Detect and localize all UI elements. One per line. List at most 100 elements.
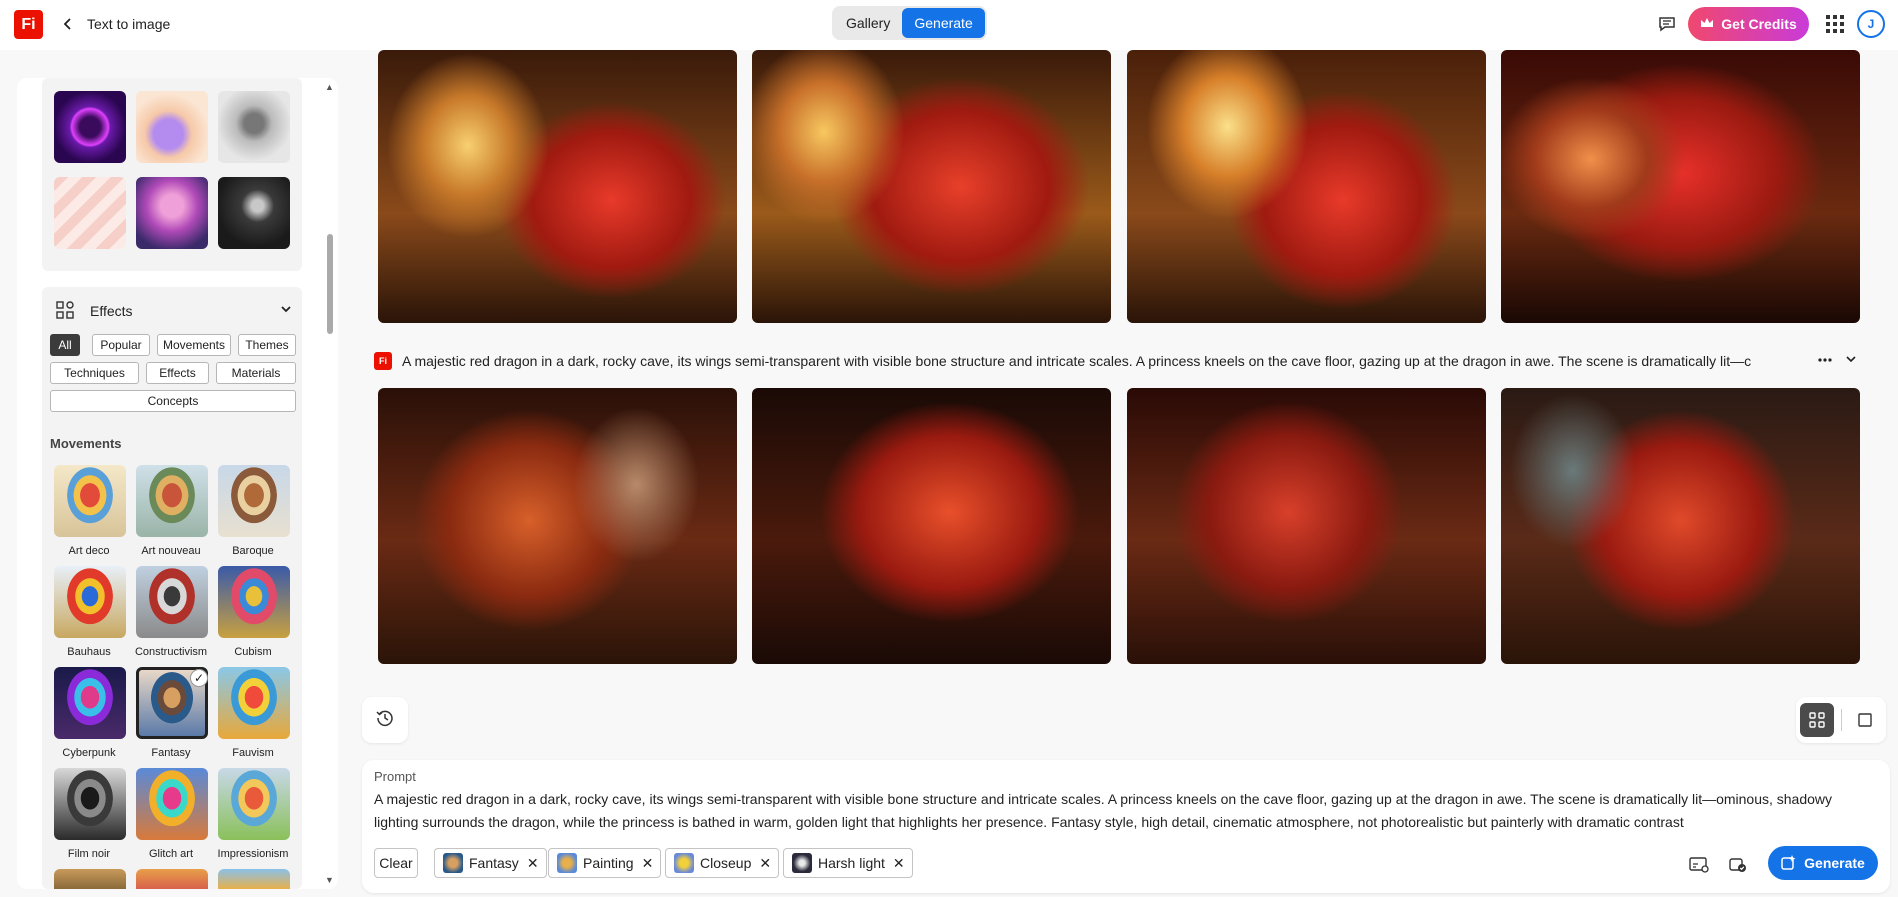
chip-techniques[interactable]: Techniques [50,362,139,384]
style-thumb-art-nouveau[interactable] [136,465,208,537]
feedback-icon[interactable] [1656,13,1678,35]
grid-view-button[interactable] [1800,703,1834,737]
style-thumb-glitch-art[interactable] [136,768,208,840]
image-settings-icon[interactable] [1688,854,1710,876]
style-thumb-cubism[interactable] [218,566,290,638]
chevron-down-icon[interactable] [280,302,292,320]
generated-image[interactable] [1501,388,1860,664]
generation-prompt-row: Fi A majestic red dragon in a dark, rock… [374,352,1860,374]
style-label-film-noir: Film noir [67,848,111,860]
style-thumb-cyberpunk[interactable] [54,667,126,739]
style-label-art-deco: Art deco [68,545,110,557]
style-thumb-photo[interactable] [218,177,290,249]
apps-icon[interactable] [1826,15,1844,38]
effects-icon [56,301,74,324]
generated-image[interactable] [1501,50,1860,323]
tag-chip[interactable]: Fantasy ✕ [434,848,547,878]
chip-concepts[interactable]: Concepts [50,390,296,412]
grid-icon [1809,712,1825,728]
style-label-baroque: Baroque [232,545,274,557]
style-thumb-sketch[interactable] [218,91,290,163]
history-icon [376,709,394,732]
effects-title: Effects [90,303,133,319]
tag-label: Closeup [700,855,752,871]
chip-popular[interactable]: Popular [92,334,150,356]
tag-label: Harsh light [818,855,885,871]
generated-image[interactable] [378,388,737,664]
style-thumb-partial [136,869,208,889]
generate-icon [1781,854,1797,873]
style-thumb-impressionism[interactable] [218,768,290,840]
generated-image[interactable] [752,388,1111,664]
chip-effects[interactable]: Effects [146,362,209,384]
style-thumb-clouds[interactable] [136,177,208,249]
style-label-constructivism: Constructivism [134,646,208,658]
close-icon[interactable]: ✕ [642,855,654,872]
style-thumb-neon[interactable] [54,91,126,163]
movements-label: Movements [50,436,122,451]
tag-chip[interactable]: Closeup ✕ [665,848,780,878]
style-label-art-nouveau: Art nouveau [141,545,201,557]
chip-movements[interactable]: Movements [157,334,231,356]
style-thumb-fauvism[interactable] [218,667,290,739]
style-thumb-pattern[interactable] [54,177,126,249]
view-toggle [1796,697,1886,743]
style-label-cubism: Cubism [234,646,272,658]
get-credits-button[interactable]: Get Credits [1688,7,1809,41]
close-icon[interactable]: ✕ [893,855,905,872]
single-view-button[interactable] [1848,703,1882,737]
tag-chip[interactable]: Harsh light ✕ [783,848,913,878]
style-thumb-partial [54,869,126,889]
generate-label: Generate [1804,855,1865,871]
tag-thumbnail [443,853,463,873]
tab-gallery[interactable]: Gallery [834,8,902,38]
back-arrow-icon[interactable] [58,14,78,34]
top-bar: Fi Text to image Gallery Generate Get Cr… [0,0,1898,50]
chip-all[interactable]: All [50,334,80,356]
chip-materials[interactable]: Materials [216,362,296,384]
style-thumb-baroque[interactable] [218,465,290,537]
page-title: Text to image [87,16,171,32]
style-thumb-constructivism[interactable] [136,566,208,638]
generated-image[interactable] [1127,50,1486,323]
generated-image[interactable] [378,50,737,323]
tag-thumbnail [792,853,812,873]
panel-scrollbar[interactable]: ▲ ▼ [324,78,336,889]
crown-icon [1700,16,1714,32]
tag-chip[interactable]: Painting ✕ [548,848,662,878]
style-label-bauhaus: Bauhaus [67,646,111,658]
clear-button[interactable]: Clear [374,848,418,878]
style-thumb-film-noir[interactable] [54,768,126,840]
scroll-up-icon[interactable]: ▲ [325,82,334,92]
tab-generate[interactable]: Generate [902,8,985,38]
prompt-input[interactable]: A majestic red dragon in a dark, rocky c… [374,788,1864,834]
style-thumb-art-deco[interactable] [54,465,126,537]
chip-themes[interactable]: Themes [238,334,296,356]
firefly-mini-logo: Fi [374,352,392,370]
get-credits-label: Get Credits [1721,16,1797,32]
prompt-label: Prompt [374,769,416,784]
user-avatar[interactable]: J [1857,10,1885,38]
scroll-down-icon[interactable]: ▼ [325,875,334,885]
content-credentials-icon[interactable] [1727,854,1749,876]
style-thumb-bauhaus[interactable] [54,566,126,638]
firefly-logo[interactable]: Fi [14,10,43,39]
style-label-glitch-art: Glitch art [148,848,193,860]
close-icon[interactable]: ✕ [527,855,539,872]
prompt-box: Prompt A majestic red dragon in a dark, … [362,760,1890,893]
generate-button[interactable]: Generate [1768,846,1878,880]
logo-text: Fi [21,15,36,33]
generated-image[interactable] [752,50,1111,323]
effects-header[interactable]: Effects [42,287,302,334]
chevron-down-icon[interactable] [1844,352,1858,371]
scroll-thumb[interactable] [327,234,333,334]
tag-label: Fantasy [469,855,519,871]
close-icon[interactable]: ✕ [759,855,771,872]
style-label-fauvism: Fauvism [232,747,274,759]
style-thumb-partial [218,869,290,889]
more-options-icon[interactable] [1817,352,1833,371]
mode-switcher: Gallery Generate [832,6,987,40]
history-button[interactable] [362,697,408,743]
style-thumb-3d-hand[interactable] [136,91,208,163]
generated-image[interactable] [1127,388,1486,664]
